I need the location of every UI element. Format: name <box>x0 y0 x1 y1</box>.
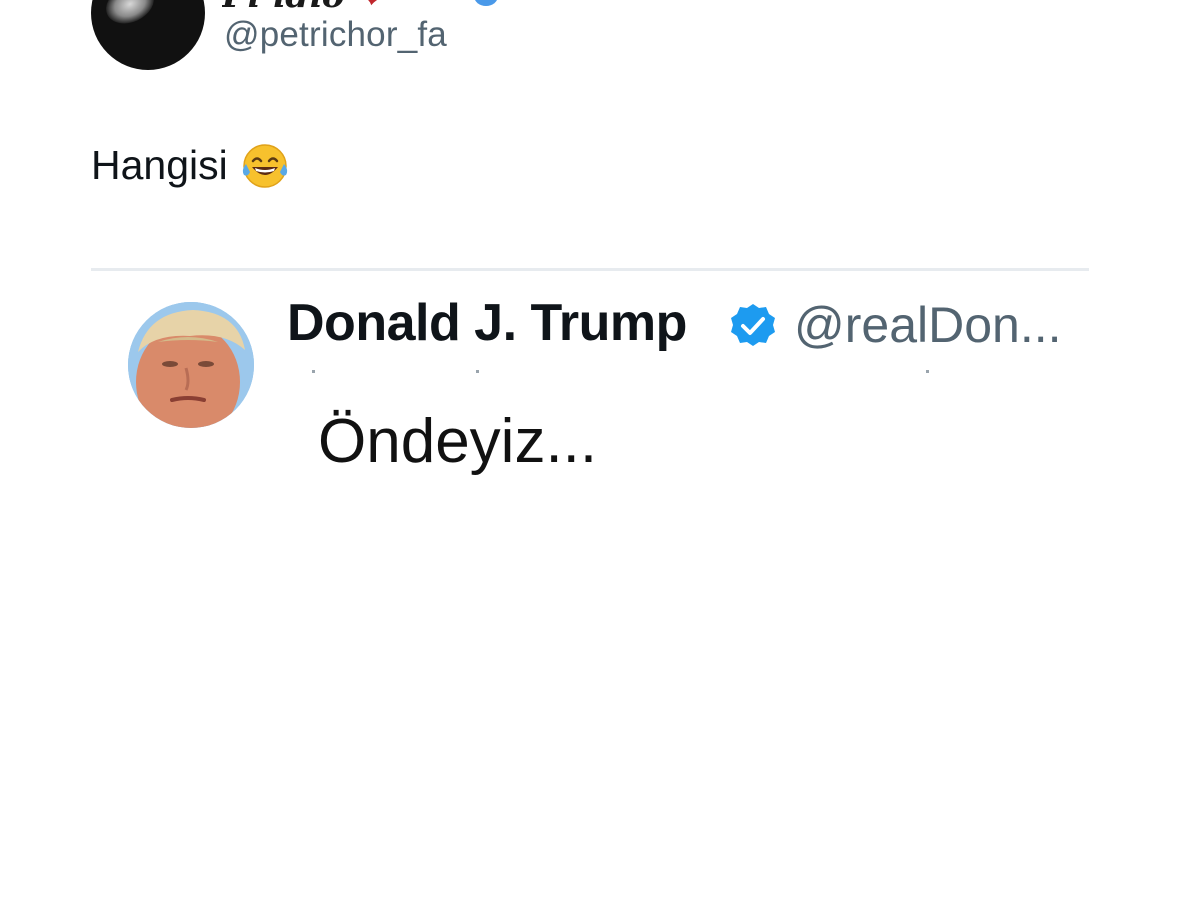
verified-badge-icon <box>474 0 498 6</box>
compression-artifact <box>476 370 479 373</box>
tweet-text-content: Hangisi <box>91 141 228 188</box>
compression-artifact <box>926 370 929 373</box>
compression-artifact <box>312 370 315 373</box>
author-display-name[interactable]: Pi ıdıo ❤ <box>222 0 385 10</box>
author-avatar[interactable] <box>91 0 205 70</box>
divider <box>91 268 1089 271</box>
heart-emoji-icon: ❤ <box>356 0 385 10</box>
quoted-avatar[interactable] <box>128 302 254 428</box>
quoted-handle: @realDon... <box>794 297 1062 353</box>
tweet-text: Hangisi <box>91 140 290 190</box>
quoted-tweet-text: Öndeyiz... <box>318 407 598 476</box>
avatar-highlight <box>99 0 161 31</box>
verified-badge-icon <box>731 304 775 346</box>
portrait-image <box>128 302 254 428</box>
author-handle[interactable]: @petrichor_fa <box>224 15 447 55</box>
quoted-display-name: Donald J. Trump <box>287 294 687 352</box>
author-display-name-text: Pi ıdıo <box>222 0 345 10</box>
face-with-tears-of-joy-icon <box>242 144 287 188</box>
